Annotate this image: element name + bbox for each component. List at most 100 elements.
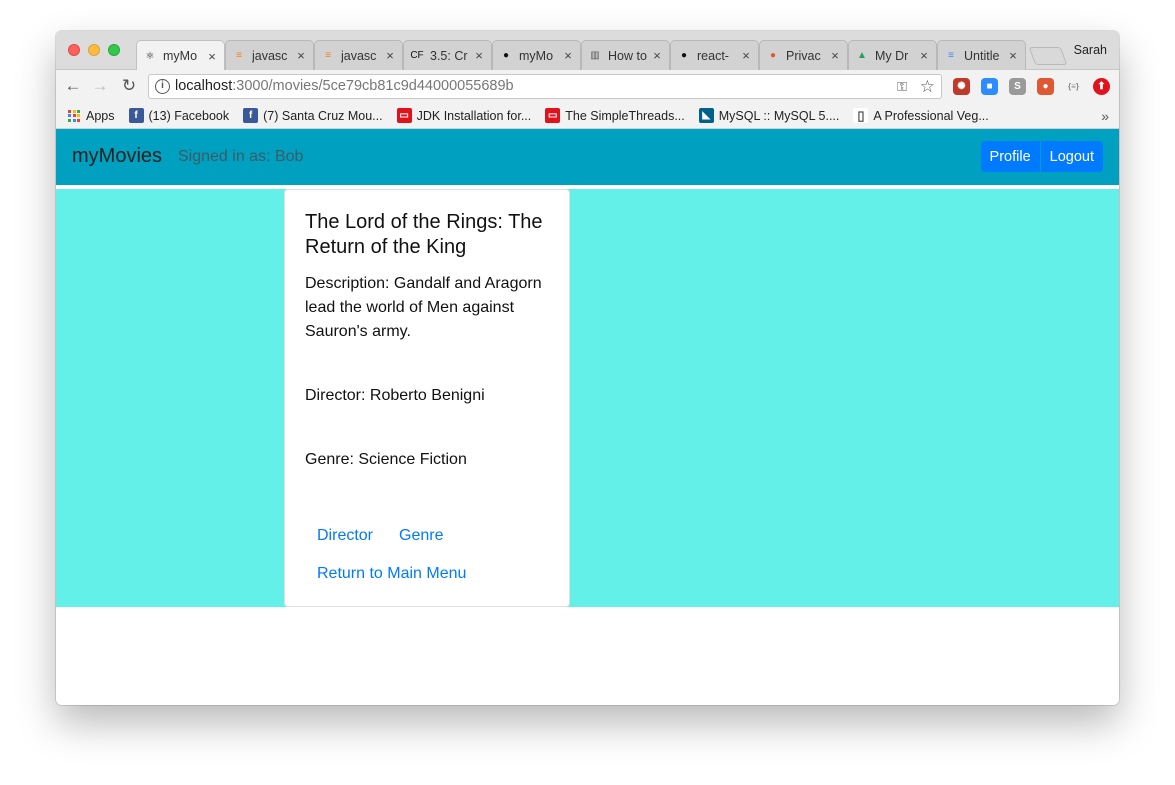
- return-to-main-menu-link[interactable]: Return to Main Menu: [317, 565, 466, 582]
- director-link[interactable]: Director: [317, 524, 373, 548]
- close-tab-icon[interactable]: ×: [829, 48, 841, 63]
- tab-label: javasc: [252, 48, 288, 63]
- close-tab-icon[interactable]: ×: [651, 48, 663, 63]
- minimize-window-button[interactable]: [88, 44, 100, 56]
- close-tab-icon[interactable]: ×: [1007, 48, 1019, 63]
- stackoverflow-icon: ≡: [236, 50, 242, 61]
- profile-name[interactable]: Sarah: [1074, 43, 1107, 57]
- address-bar[interactable]: i localhost:3000/movies/5ce79cb81c9d4400…: [148, 74, 942, 99]
- movie-title: The Lord of the Rings: The Return of the…: [305, 211, 543, 258]
- bookmark-label: JDK Installation for...: [416, 108, 532, 123]
- bookmark-item[interactable]: ◣ MySQL :: MySQL 5....: [698, 108, 840, 123]
- main-content: The Lord of the Rings: The Return of the…: [56, 189, 1119, 607]
- bookmark-item[interactable]: Apps: [68, 109, 115, 123]
- tab-label: javasc: [341, 48, 377, 63]
- extension-duckduckgo-icon[interactable]: ●: [1037, 78, 1054, 95]
- url-path: :3000/movies/5ce79cb81c9d44000055689b: [232, 78, 514, 94]
- bookmark-item[interactable]: ▭ The SimpleThreads...: [545, 108, 685, 123]
- close-window-button[interactable]: [68, 44, 80, 56]
- react-icon: ⚛: [145, 50, 155, 62]
- bookmark-item[interactable]: ▭ JDK Installation for...: [396, 108, 532, 123]
- browser-window: ⚛ myMo × ≡ javasc × ≡ javasc × CF 3.5: Cr × ● myMo × ▥ H…: [56, 31, 1119, 705]
- logout-button[interactable]: Logout: [1040, 141, 1103, 172]
- extension-zoom-icon[interactable]: ■: [981, 78, 998, 95]
- document-icon: ▯: [853, 108, 869, 123]
- key-icon[interactable]: ⚿: [897, 75, 907, 98]
- browser-tab[interactable]: ● myMo ×: [492, 40, 581, 70]
- brand-link[interactable]: myMovies: [72, 145, 162, 168]
- close-tab-icon[interactable]: ×: [384, 48, 396, 63]
- bookmark-label: MySQL :: MySQL 5....: [718, 108, 840, 123]
- card-links: Director Genre Return to Main Menu: [305, 524, 549, 586]
- browser-tab[interactable]: ≡ javasc ×: [225, 40, 314, 70]
- bookmarks-overflow-icon[interactable]: »: [1101, 108, 1109, 124]
- bookmarks-bar: Apps f (13) Facebook f (7) Santa Cruz Mou...…: [56, 103, 1119, 129]
- extension-s-icon[interactable]: S: [1009, 78, 1026, 95]
- mysql-icon: ◣: [698, 108, 714, 123]
- oracle-icon: ▭: [545, 108, 561, 123]
- bookmark-star-icon[interactable]: ☆: [920, 75, 935, 98]
- genre-link[interactable]: Genre: [399, 524, 443, 548]
- app-navbar: myMovies Signed in as: Bob Profile Logou…: [56, 129, 1119, 185]
- browser-tab[interactable]: ▥ How to ×: [581, 40, 670, 70]
- extension-upload-icon[interactable]: ⬆: [1093, 78, 1110, 95]
- bookmark-item[interactable]: f (7) Santa Cruz Mou...: [243, 108, 383, 123]
- github-icon: ●: [502, 50, 510, 61]
- close-tab-icon[interactable]: ×: [473, 48, 485, 63]
- tab-label: How to: [608, 48, 647, 63]
- movie-description: Description: Gandalf and Aragorn lead th…: [305, 275, 542, 340]
- url-host: localhost: [175, 78, 233, 94]
- profile-button[interactable]: Profile: [980, 141, 1040, 172]
- reload-icon[interactable]: ↻: [118, 76, 140, 96]
- nav-button-group: Profile Logout: [980, 141, 1103, 172]
- bookmark-label: (13) Facebook: [148, 108, 230, 123]
- browser-tab[interactable]: ▲ My Dr ×: [848, 40, 937, 70]
- new-tab-button[interactable]: [1028, 47, 1068, 65]
- bookmark-label: A Professional Veg...: [873, 108, 989, 123]
- close-tab-icon[interactable]: ×: [740, 48, 752, 63]
- tab-list: ⚛ myMo × ≡ javasc × ≡ javasc × CF 3.5: Cr × ● myMo × ▥ H…: [136, 40, 1026, 71]
- stackoverflow-icon: ≡: [325, 50, 331, 61]
- bookmark-label: The SimpleThreads...: [565, 108, 685, 123]
- browser-tab[interactable]: ≡ javasc ×: [314, 40, 403, 70]
- google-drive-icon: ▲: [857, 50, 867, 61]
- bookmark-item[interactable]: f (13) Facebook: [128, 108, 230, 123]
- github-icon: ●: [680, 50, 688, 61]
- info-icon[interactable]: i: [155, 79, 170, 94]
- tab-label: react-: [697, 48, 729, 63]
- browser-tab[interactable]: ● react- ×: [670, 40, 759, 70]
- tab-label: My Dr: [875, 48, 909, 63]
- facebook-icon: f: [128, 108, 144, 123]
- duckduckgo-icon: ●: [769, 50, 777, 61]
- tab-label: myMo: [519, 48, 554, 63]
- tab-label: Privac: [786, 48, 821, 63]
- tab-label: Untitle: [964, 48, 1000, 63]
- browser-tab[interactable]: CF 3.5: Cr ×: [403, 40, 492, 70]
- forward-arrow-icon[interactable]: →: [89, 76, 111, 96]
- apps-grid-icon: [68, 109, 80, 122]
- browser-tab[interactable]: ● Privac ×: [759, 40, 848, 70]
- oracle-icon: ▭: [396, 108, 412, 123]
- extension-json-icon[interactable]: {≡}: [1065, 78, 1082, 95]
- web-page: myMovies Signed in as: Bob Profile Logou…: [56, 129, 1119, 705]
- close-tab-icon[interactable]: ×: [918, 48, 930, 63]
- bookmark-item[interactable]: ▯ A Professional Veg...: [853, 108, 989, 123]
- tab-strip: ⚛ myMo × ≡ javasc × ≡ javasc × CF 3.5: Cr × ● myMo × ▥ H…: [56, 31, 1119, 71]
- close-tab-icon[interactable]: ×: [206, 49, 218, 64]
- cf-icon: CF: [410, 50, 424, 61]
- browser-tab[interactable]: ⚛ myMo ×: [136, 40, 225, 71]
- tab-label: myMo: [163, 49, 198, 63]
- bookmark-label: (7) Santa Cruz Mou...: [263, 108, 383, 123]
- close-tab-icon[interactable]: ×: [295, 48, 307, 63]
- browser-toolbar: ← → ↻ i localhost:3000/movies/5ce79cb81c…: [56, 70, 1119, 103]
- movie-genre: Genre: Science Fiction: [305, 451, 467, 468]
- extension-ladybug-icon[interactable]: ✺: [953, 78, 970, 95]
- google-docs-icon: ≡: [948, 50, 954, 61]
- close-tab-icon[interactable]: ×: [562, 48, 574, 63]
- back-arrow-icon[interactable]: ←: [62, 76, 84, 96]
- maximize-window-button[interactable]: [108, 44, 120, 56]
- browser-tab[interactable]: ≡ Untitle ×: [937, 40, 1026, 70]
- book-icon: ▥: [590, 50, 600, 61]
